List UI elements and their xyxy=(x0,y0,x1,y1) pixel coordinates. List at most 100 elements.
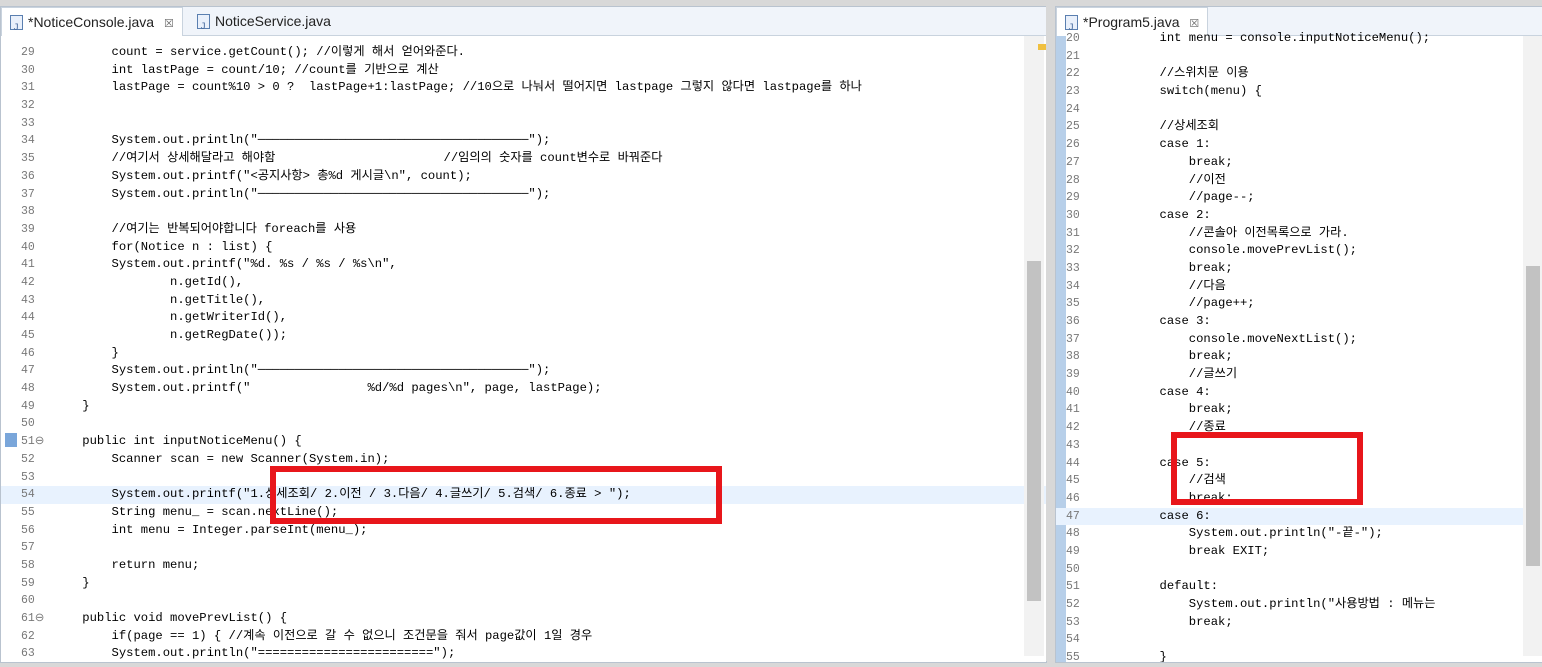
code-line[interactable]: 28 //이전 xyxy=(1056,172,1542,190)
code-line[interactable]: 33 break; xyxy=(1056,260,1542,278)
line-number: 47 xyxy=(21,364,35,378)
code-line[interactable]: 51 default: xyxy=(1056,578,1542,596)
right-editor-pane: *Program5.java ☒ 20 int menu = console.i… xyxy=(1055,6,1542,663)
code-line[interactable]: 59 } xyxy=(1,575,1046,593)
code-line[interactable]: 39 //여기는 반복되어야합니다 foreach를 사용 xyxy=(1,221,1046,239)
code-line[interactable]: 31 //콘솔아 이전목록으로 가라. xyxy=(1056,225,1542,243)
red-annotation-box-left xyxy=(270,466,722,524)
code-line[interactable]: 37 System.out.println("─────────────────… xyxy=(1,186,1046,204)
code-line[interactable]: 33 xyxy=(1,115,1046,133)
java-file-icon xyxy=(197,14,210,42)
code-line[interactable]: 29 //page--; xyxy=(1056,189,1542,207)
code-line[interactable]: 43 n.getTitle(), xyxy=(1,292,1046,310)
code-text: case 3: xyxy=(1101,314,1211,328)
line-number: 45 xyxy=(1066,474,1080,488)
code-line[interactable]: 38 break; xyxy=(1056,348,1542,366)
code-line[interactable]: 35 //page++; xyxy=(1056,295,1542,313)
code-line[interactable]: 29 count = service.getCount(); //이렇게 해서 … xyxy=(1,44,1046,62)
code-line[interactable]: 58 return menu; xyxy=(1,557,1046,575)
code-line[interactable]: 24 xyxy=(1056,101,1542,119)
line-number: 48 xyxy=(1066,527,1080,541)
code-editor-right[interactable]: 20 int menu = console.inputNoticeMenu();… xyxy=(1056,31,1542,662)
code-line[interactable]: 42 n.getId(), xyxy=(1,274,1046,292)
code-line[interactable]: 32 xyxy=(1,97,1046,115)
code-line[interactable]: 31 lastPage = count%10 > 0 ? lastPage+1:… xyxy=(1,79,1046,97)
code-line[interactable]: 26 case 1: xyxy=(1056,136,1542,154)
code-line[interactable]: 35 //여기서 상세해달라고 해야함 //임의의 숫자를 count변수로 바… xyxy=(1,150,1046,168)
code-line[interactable]: 37 console.moveNextList(); xyxy=(1056,331,1542,349)
code-line[interactable]: 48 System.out.printf(" %d/%d pages\n", p… xyxy=(1,380,1046,398)
code-line[interactable]: 40 case 4: xyxy=(1056,384,1542,402)
code-line[interactable]: 56 int menu = Integer.parseInt(menu_); xyxy=(1,522,1046,540)
line-number: 46 xyxy=(1066,491,1080,505)
code-text: System.out.printf("<공지사항> 총%d 게시글\n", co… xyxy=(53,168,472,183)
scroll-thumb[interactable] xyxy=(1526,266,1540,566)
line-number: 50 xyxy=(21,417,35,431)
code-line[interactable]: 47 System.out.println("─────────────────… xyxy=(1,362,1046,380)
line-number: 54 xyxy=(21,488,35,502)
line-number: 48 xyxy=(21,382,35,396)
code-line[interactable]: 61⊖ public void movePrevList() { xyxy=(1,610,1046,628)
code-line[interactable]: 38 xyxy=(1,203,1046,221)
code-line[interactable]: 54 xyxy=(1056,631,1542,649)
code-text: return menu; xyxy=(53,557,200,572)
code-line[interactable]: 49 } xyxy=(1,398,1046,416)
code-line[interactable]: 63 System.out.println("=================… xyxy=(1,645,1046,662)
red-annotation-box-right xyxy=(1171,432,1363,505)
code-line[interactable]: 23 switch(menu) { xyxy=(1056,83,1542,101)
line-number: 52 xyxy=(1066,598,1080,611)
code-line[interactable]: 34 //다음 xyxy=(1056,278,1542,296)
vertical-scrollbar[interactable] xyxy=(1024,36,1044,656)
code-line[interactable]: 30 int lastPage = count/10; //count를 기반으… xyxy=(1,62,1046,80)
code-line[interactable]: 30 case 2: xyxy=(1056,207,1542,225)
line-number: 30 xyxy=(21,63,35,77)
code-line[interactable]: 51⊖ public int inputNoticeMenu() { xyxy=(1,433,1046,451)
code-line[interactable]: 50 xyxy=(1056,561,1542,579)
code-line[interactable]: 46 } xyxy=(1,345,1046,363)
close-icon[interactable]: ☒ xyxy=(1189,18,1199,30)
close-icon[interactable]: ☒ xyxy=(164,18,174,30)
pane-divider[interactable] xyxy=(1046,6,1054,661)
tab-notice-service[interactable]: NoticeService.java xyxy=(189,7,339,42)
code-line[interactable]: 25 //상세조회 xyxy=(1056,118,1542,136)
code-line[interactable]: 21 xyxy=(1056,48,1542,66)
tab-notice-console[interactable]: *NoticeConsole.java ☒ xyxy=(1,7,183,43)
code-line[interactable]: 32 console.movePrevList(); xyxy=(1056,242,1542,260)
code-line[interactable]: 34 System.out.println("─────────────────… xyxy=(1,132,1046,150)
code-line[interactable]: 36 case 3: xyxy=(1056,313,1542,331)
code-line[interactable]: 45 n.getRegDate()); xyxy=(1,327,1046,345)
line-number: 29 xyxy=(21,46,35,59)
code-line[interactable]: 60 xyxy=(1,592,1046,610)
code-line[interactable]: 48 System.out.println("-끝-"); xyxy=(1056,525,1542,543)
code-line[interactable]: 47 case 6: xyxy=(1056,507,1542,526)
code-line[interactable]: 40 for(Notice n : list) { xyxy=(1,239,1046,257)
code-line[interactable]: 41 break; xyxy=(1056,401,1542,419)
code-line[interactable]: 50 xyxy=(1,415,1046,433)
code-line[interactable]: 44 n.getWriterId(), xyxy=(1,309,1046,327)
code-line[interactable]: 55 } xyxy=(1056,649,1542,662)
line-number: 36 xyxy=(21,169,35,183)
code-line[interactable]: 20 int menu = console.inputNoticeMenu(); xyxy=(1056,30,1542,48)
scroll-thumb[interactable] xyxy=(1027,261,1041,601)
tab-label: *NoticeConsole.java xyxy=(28,14,155,30)
code-line[interactable]: 52 System.out.println("사용방법 : 메뉴는 xyxy=(1056,596,1542,614)
code-line[interactable]: 22 //스위치문 이용 xyxy=(1056,65,1542,83)
line-number: 33 xyxy=(21,116,35,130)
code-line[interactable]: 62 if(page == 1) { //계속 이전으로 갈 수 없으니 조건문… xyxy=(1,628,1046,646)
code-text: int menu = Integer.parseInt(menu_); xyxy=(53,522,368,537)
line-number: 57 xyxy=(21,541,35,555)
code-line[interactable]: 39 //글쓰기 xyxy=(1056,366,1542,384)
line-number: 34 xyxy=(21,134,35,148)
code-line[interactable]: 41 System.out.printf("%d. %s / %s / %s\n… xyxy=(1,256,1046,274)
line-number: 43 xyxy=(21,293,35,307)
code-text: System.out.printf("%d. %s / %s / %s\n", xyxy=(53,257,397,272)
code-line[interactable]: 49 break EXIT; xyxy=(1056,543,1542,561)
vertical-scrollbar[interactable] xyxy=(1523,36,1542,656)
code-line[interactable]: 27 break; xyxy=(1056,154,1542,172)
code-line[interactable]: 57 xyxy=(1,539,1046,557)
code-text: break; xyxy=(1101,402,1233,417)
code-line[interactable]: 36 System.out.printf("<공지사항> 총%d 게시글\n",… xyxy=(1,168,1046,186)
code-line[interactable]: 53 break; xyxy=(1056,614,1542,632)
code-text: case 1: xyxy=(1101,137,1211,152)
code-editor-left[interactable]: 29 count = service.getCount(); //이렇게 해서 … xyxy=(1,36,1046,662)
